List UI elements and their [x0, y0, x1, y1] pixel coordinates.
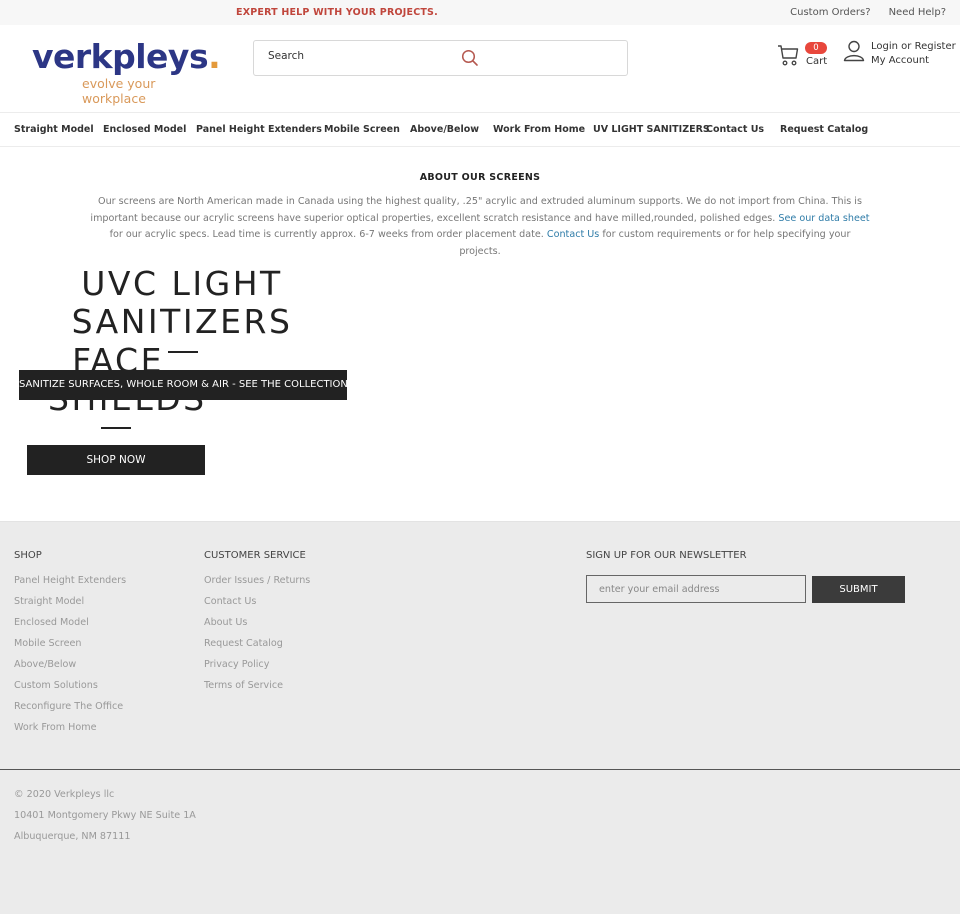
need-help-link[interactable]: Need Help?	[889, 7, 946, 18]
contact-us-link[interactable]: Contact Us	[547, 229, 599, 240]
footer-link[interactable]: Reconfigure The Office	[14, 701, 126, 722]
search-box	[253, 40, 628, 76]
user-icon	[843, 40, 865, 62]
hero-heading-uvc: UVC LIGHT SANITIZERS	[71, 264, 293, 341]
footer-link[interactable]: Request Catalog	[204, 638, 310, 659]
about-text-part-1: Our screens are North American made in C…	[90, 196, 862, 224]
nav-item-above-below[interactable]: Above/Below	[410, 124, 479, 135]
nav-item-mobile-screen[interactable]: Mobile Screen	[324, 124, 400, 135]
footer-link[interactable]: Straight Model	[14, 596, 126, 617]
top-links: Custom Orders? Need Help?	[790, 7, 946, 18]
promo-text: EXPERT HELP WITH YOUR PROJECTS.	[236, 7, 438, 18]
about-title: ABOUT OUR SCREENS	[419, 172, 541, 183]
footer-shop-title: SHOP	[14, 550, 42, 561]
nav-item-work-from-home[interactable]: Work From Home	[493, 124, 585, 135]
footer-link[interactable]: Custom Solutions	[14, 680, 126, 701]
top-bar: EXPERT HELP WITH YOUR PROJECTS. Custom O…	[0, 0, 960, 25]
footer-link[interactable]: Enclosed Model	[14, 617, 126, 638]
search-icon[interactable]	[461, 49, 479, 67]
about-text-part-2: for our acrylic specs. Lead time is curr…	[109, 229, 547, 241]
footer-bottom: © 2020 Verkpleys llc 10401 Montgomery Pk…	[14, 789, 196, 852]
footer-customer-service-links: Order Issues / Returns Contact Us About …	[204, 575, 310, 701]
footer-link[interactable]: Order Issues / Returns	[204, 575, 310, 596]
footer-link[interactable]: Privacy Policy	[204, 659, 310, 680]
address-line-1: 10401 Montgomery Pkwy NE Suite 1A	[14, 810, 196, 821]
footer-divider	[0, 769, 960, 770]
cart-icon	[777, 43, 799, 67]
cart-label: Cart	[806, 56, 828, 67]
cart-button[interactable]: 0 Cart	[777, 41, 832, 71]
nav-item-request-catalog[interactable]: Request Catalog	[780, 124, 868, 135]
logo-brand: verkpleys.	[32, 39, 222, 75]
data-sheet-link[interactable]: See our data sheet	[778, 213, 869, 224]
cart-count-badge: 0	[805, 42, 827, 54]
footer-link[interactable]: Panel Height Extenders	[14, 575, 126, 596]
logo-dot: .	[208, 37, 221, 76]
footer-link[interactable]: Work From Home	[14, 722, 126, 743]
footer-link[interactable]: Terms of Service	[204, 680, 310, 701]
footer-link[interactable]: Mobile Screen	[14, 638, 126, 659]
nav-item-straight-model[interactable]: Straight Model	[14, 124, 94, 135]
copyright-text: © 2020 Verkpleys llc	[14, 789, 115, 800]
logo[interactable]: verkpleys. evolve your workplace	[32, 39, 222, 107]
footer-link[interactable]: Above/Below	[14, 659, 126, 680]
search-input[interactable]	[268, 50, 448, 62]
footer-link[interactable]: About Us	[204, 617, 310, 638]
address-line-2: Albuquerque, NM 87111	[14, 831, 131, 842]
site-header: verkpleys. evolve your workplace 0 Cart …	[0, 25, 960, 113]
about-text: Our screens are North American made in C…	[88, 194, 872, 260]
nav-item-uv-light-sanitizers[interactable]: UV LIGHT SANITIZERS	[593, 124, 710, 135]
shop-now-button[interactable]: SHOP NOW	[27, 445, 205, 475]
hero-divider	[101, 427, 131, 429]
login-register-link[interactable]: Login or Register	[871, 41, 956, 52]
nav-item-panel-height-extenders[interactable]: Panel Height Extenders	[196, 124, 322, 135]
custom-orders-link[interactable]: Custom Orders?	[790, 7, 870, 18]
site-footer: SHOP Panel Height Extenders Straight Mod…	[0, 521, 960, 914]
newsletter-email-input[interactable]	[586, 575, 806, 603]
see-collection-button[interactable]: SANITIZE SURFACES, WHOLE ROOM & AIR - SE…	[19, 370, 348, 400]
footer-shop-links: Panel Height Extenders Straight Model En…	[14, 575, 126, 743]
account-menu[interactable]: Login or Register My Account	[843, 39, 956, 71]
main-nav: Straight Model Enclosed Model Panel Heig…	[0, 112, 960, 147]
my-account-link[interactable]: My Account	[871, 55, 929, 66]
newsletter-submit-button[interactable]: SUBMIT	[812, 576, 905, 603]
logo-tagline: evolve your workplace	[82, 76, 156, 106]
newsletter-title: SIGN UP FOR OUR NEWSLETTER	[586, 550, 747, 561]
footer-link[interactable]: Contact Us	[204, 596, 310, 617]
nav-item-enclosed-model[interactable]: Enclosed Model	[103, 124, 186, 135]
footer-customer-service-title: CUSTOMER SERVICE	[204, 550, 306, 561]
logo-wordmark: verkpleys	[32, 37, 209, 76]
nav-item-contact-us[interactable]: Contact Us	[706, 124, 764, 135]
